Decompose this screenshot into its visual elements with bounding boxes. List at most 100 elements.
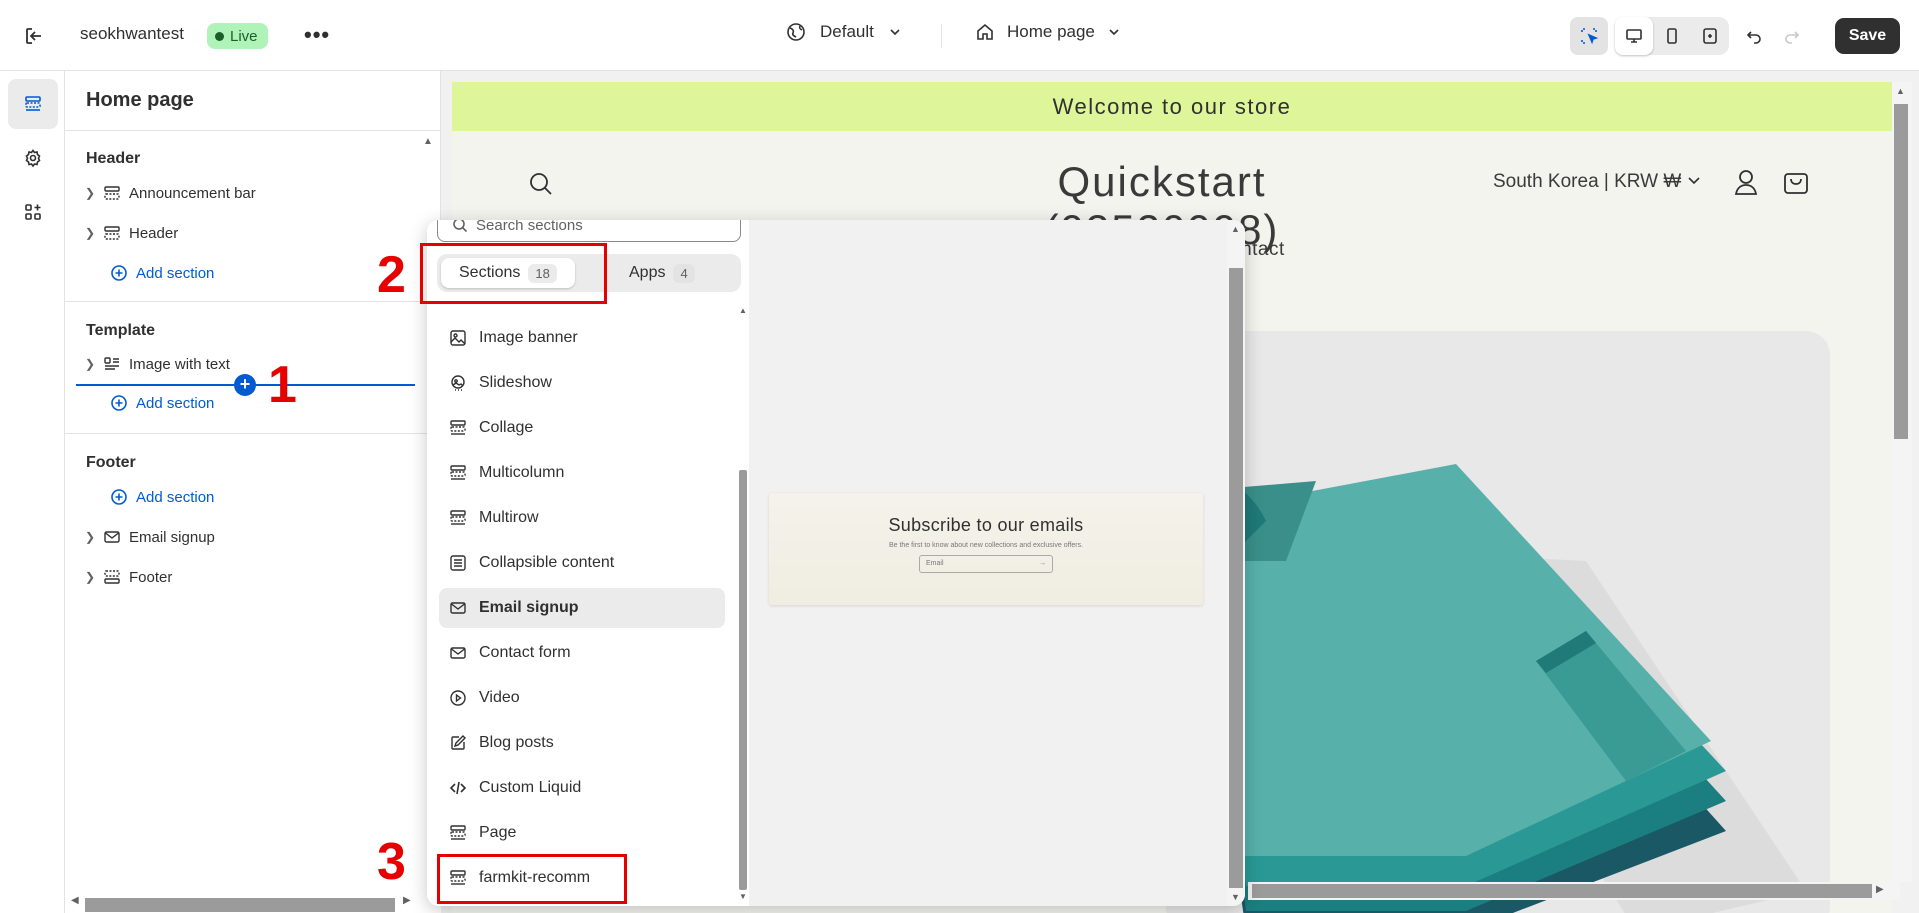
section-option-page[interactable]: Page [439, 813, 725, 853]
chevron-right-icon[interactable]: ❯ [85, 570, 103, 584]
apps-icon[interactable] [8, 187, 58, 237]
plus-circle-icon [111, 265, 127, 281]
section-picker-list: Search sections Sections 18 Apps 4 ▲ Ima… [427, 220, 749, 906]
group-label-footer: Footer [86, 454, 136, 471]
divider [65, 433, 441, 434]
undo-icon[interactable] [1735, 17, 1773, 55]
section-option-image-banner[interactable]: Image banner [439, 318, 725, 358]
undo-redo [1735, 17, 1811, 55]
tree-item-footer[interactable]: ❯ Footer [85, 562, 172, 592]
theme-selector[interactable]: Default [786, 22, 902, 42]
email-signup-preview-card: Subscribe to our emails Be the first to … [769, 493, 1203, 605]
layout-icon [450, 825, 466, 840]
scroll-up-icon[interactable]: ▲ [423, 136, 433, 147]
section-option-video[interactable]: Video [439, 678, 725, 718]
scroll-down-icon[interactable]: ▼ [1231, 892, 1240, 902]
add-section-header-button[interactable]: Add section [110, 258, 214, 288]
section-option-contact-form[interactable]: Contact form [439, 633, 725, 673]
scroll-left-icon[interactable]: ◀ [71, 895, 79, 906]
preview-email-placeholder: Email [926, 560, 944, 567]
section-option-collage[interactable]: Collage [439, 408, 725, 448]
preview-pane-scrollbar[interactable]: ▲ ▼ [1227, 220, 1245, 906]
country-selector[interactable]: South Korea | KRW ₩ [1493, 171, 1701, 193]
search-placeholder: Search sections [476, 220, 583, 234]
scrollbar-thumb[interactable] [85, 898, 395, 912]
inspector-toggle[interactable] [1570, 17, 1608, 55]
section-option-custom-liquid[interactable]: Custom Liquid [439, 768, 725, 808]
chevron-right-icon[interactable]: ❯ [85, 226, 103, 240]
search-icon[interactable] [528, 171, 554, 202]
section-picker-popover: Search sections Sections 18 Apps 4 ▲ Ima… [427, 220, 1245, 906]
save-button[interactable]: Save [1835, 18, 1900, 54]
scrollbar-thumb[interactable] [1252, 884, 1872, 898]
add-section-footer-button[interactable]: Add section [110, 482, 214, 512]
mail-icon [103, 528, 129, 546]
scrollbar-thumb[interactable] [1229, 268, 1243, 888]
section-option-label: Multirow [479, 509, 539, 526]
section-dashed-icon [103, 224, 129, 242]
group-label-template: Template [86, 322, 156, 339]
section-option-multicolumn[interactable]: Multicolumn [439, 453, 725, 493]
annotation-box-sections-tab [420, 243, 607, 304]
image-text-icon [103, 355, 129, 373]
scroll-up-icon[interactable]: ▲ [1896, 86, 1905, 96]
scroll-up-icon[interactable]: ▲ [1231, 224, 1240, 234]
tree-item-email-signup[interactable]: ❯ Email signup [85, 522, 215, 552]
cart-icon[interactable] [1782, 168, 1810, 201]
search-icon [453, 220, 468, 233]
sidebar-title: Home page [86, 89, 194, 111]
section-option-label: Video [479, 689, 520, 706]
section-option-collapsible-content[interactable]: Collapsible content [439, 543, 725, 583]
insert-plus-icon[interactable]: + [234, 374, 256, 396]
scroll-right-icon[interactable]: ▶ [403, 895, 411, 906]
inspector-icon[interactable] [1570, 17, 1608, 55]
scroll-right-icon[interactable]: ▶ [1876, 884, 1884, 895]
section-option-email-signup[interactable]: Email signup [439, 588, 725, 628]
plus-circle-icon [111, 489, 127, 505]
settings-gear-icon[interactable] [8, 133, 58, 183]
redo-icon[interactable] [1773, 17, 1811, 55]
toolbar-divider [941, 24, 942, 48]
mail-icon [450, 602, 466, 614]
sidebar-horizontal-scrollbar[interactable]: ◀ ▶ [65, 891, 441, 913]
scroll-down-icon[interactable]: ▼ [739, 892, 747, 901]
picker-list-scrollbar-thumb[interactable] [739, 470, 747, 890]
top-bar: seokhwantest Live ••• Default Home page [0, 0, 1919, 71]
section-option-label: Blog posts [479, 734, 554, 751]
image-icon [450, 330, 466, 346]
mobile-view-icon[interactable] [1653, 17, 1691, 55]
scrollbar-thumb[interactable] [1894, 104, 1908, 439]
store-name: seokhwantest [80, 24, 184, 43]
more-actions-button[interactable]: ••• [304, 22, 330, 48]
section-option-slideshow[interactable]: Slideshow [439, 363, 725, 403]
tree-item-announcement-bar[interactable]: ❯ Announcement bar [85, 178, 256, 208]
add-section-template-button[interactable]: Add section [110, 388, 214, 418]
fullscreen-view-icon[interactable] [1691, 17, 1729, 55]
preview-horizontal-scrollbar[interactable]: ▶ [1248, 882, 1900, 900]
tree-item-label: Footer [129, 568, 173, 586]
sections-nav-icon[interactable] [8, 79, 58, 129]
tab-apps[interactable]: Apps 4 [611, 258, 713, 288]
section-option-label: Multicolumn [479, 464, 565, 481]
chevron-right-icon[interactable]: ❯ [85, 357, 103, 371]
tab-label: Apps [629, 264, 666, 281]
preview-vertical-scrollbar[interactable]: ▲ [1892, 82, 1912, 882]
home-icon [977, 23, 993, 40]
chevron-right-icon[interactable]: ❯ [85, 530, 103, 544]
tree-item-image-with-text[interactable]: ❯ Image with text [85, 349, 230, 379]
scroll-up-icon[interactable]: ▲ [739, 306, 747, 315]
page-label: Home page [1007, 22, 1095, 41]
page-selector[interactable]: Home page [975, 22, 1121, 42]
chevron-right-icon[interactable]: ❯ [85, 186, 103, 200]
tree-item-label: Email signup [129, 528, 215, 546]
search-sections-input[interactable]: Search sections [437, 220, 741, 242]
section-option-blog-posts[interactable]: Blog posts [439, 723, 725, 763]
section-option-multirow[interactable]: Multirow [439, 498, 725, 538]
exit-icon[interactable] [22, 24, 46, 48]
hero-image-card [1166, 331, 1830, 913]
section-option-label: Contact form [479, 644, 571, 661]
desktop-view-icon[interactable] [1615, 17, 1653, 55]
account-icon[interactable] [1733, 168, 1759, 201]
tree-item-header[interactable]: ❯ Header [85, 218, 178, 248]
live-dot-icon [215, 31, 224, 41]
